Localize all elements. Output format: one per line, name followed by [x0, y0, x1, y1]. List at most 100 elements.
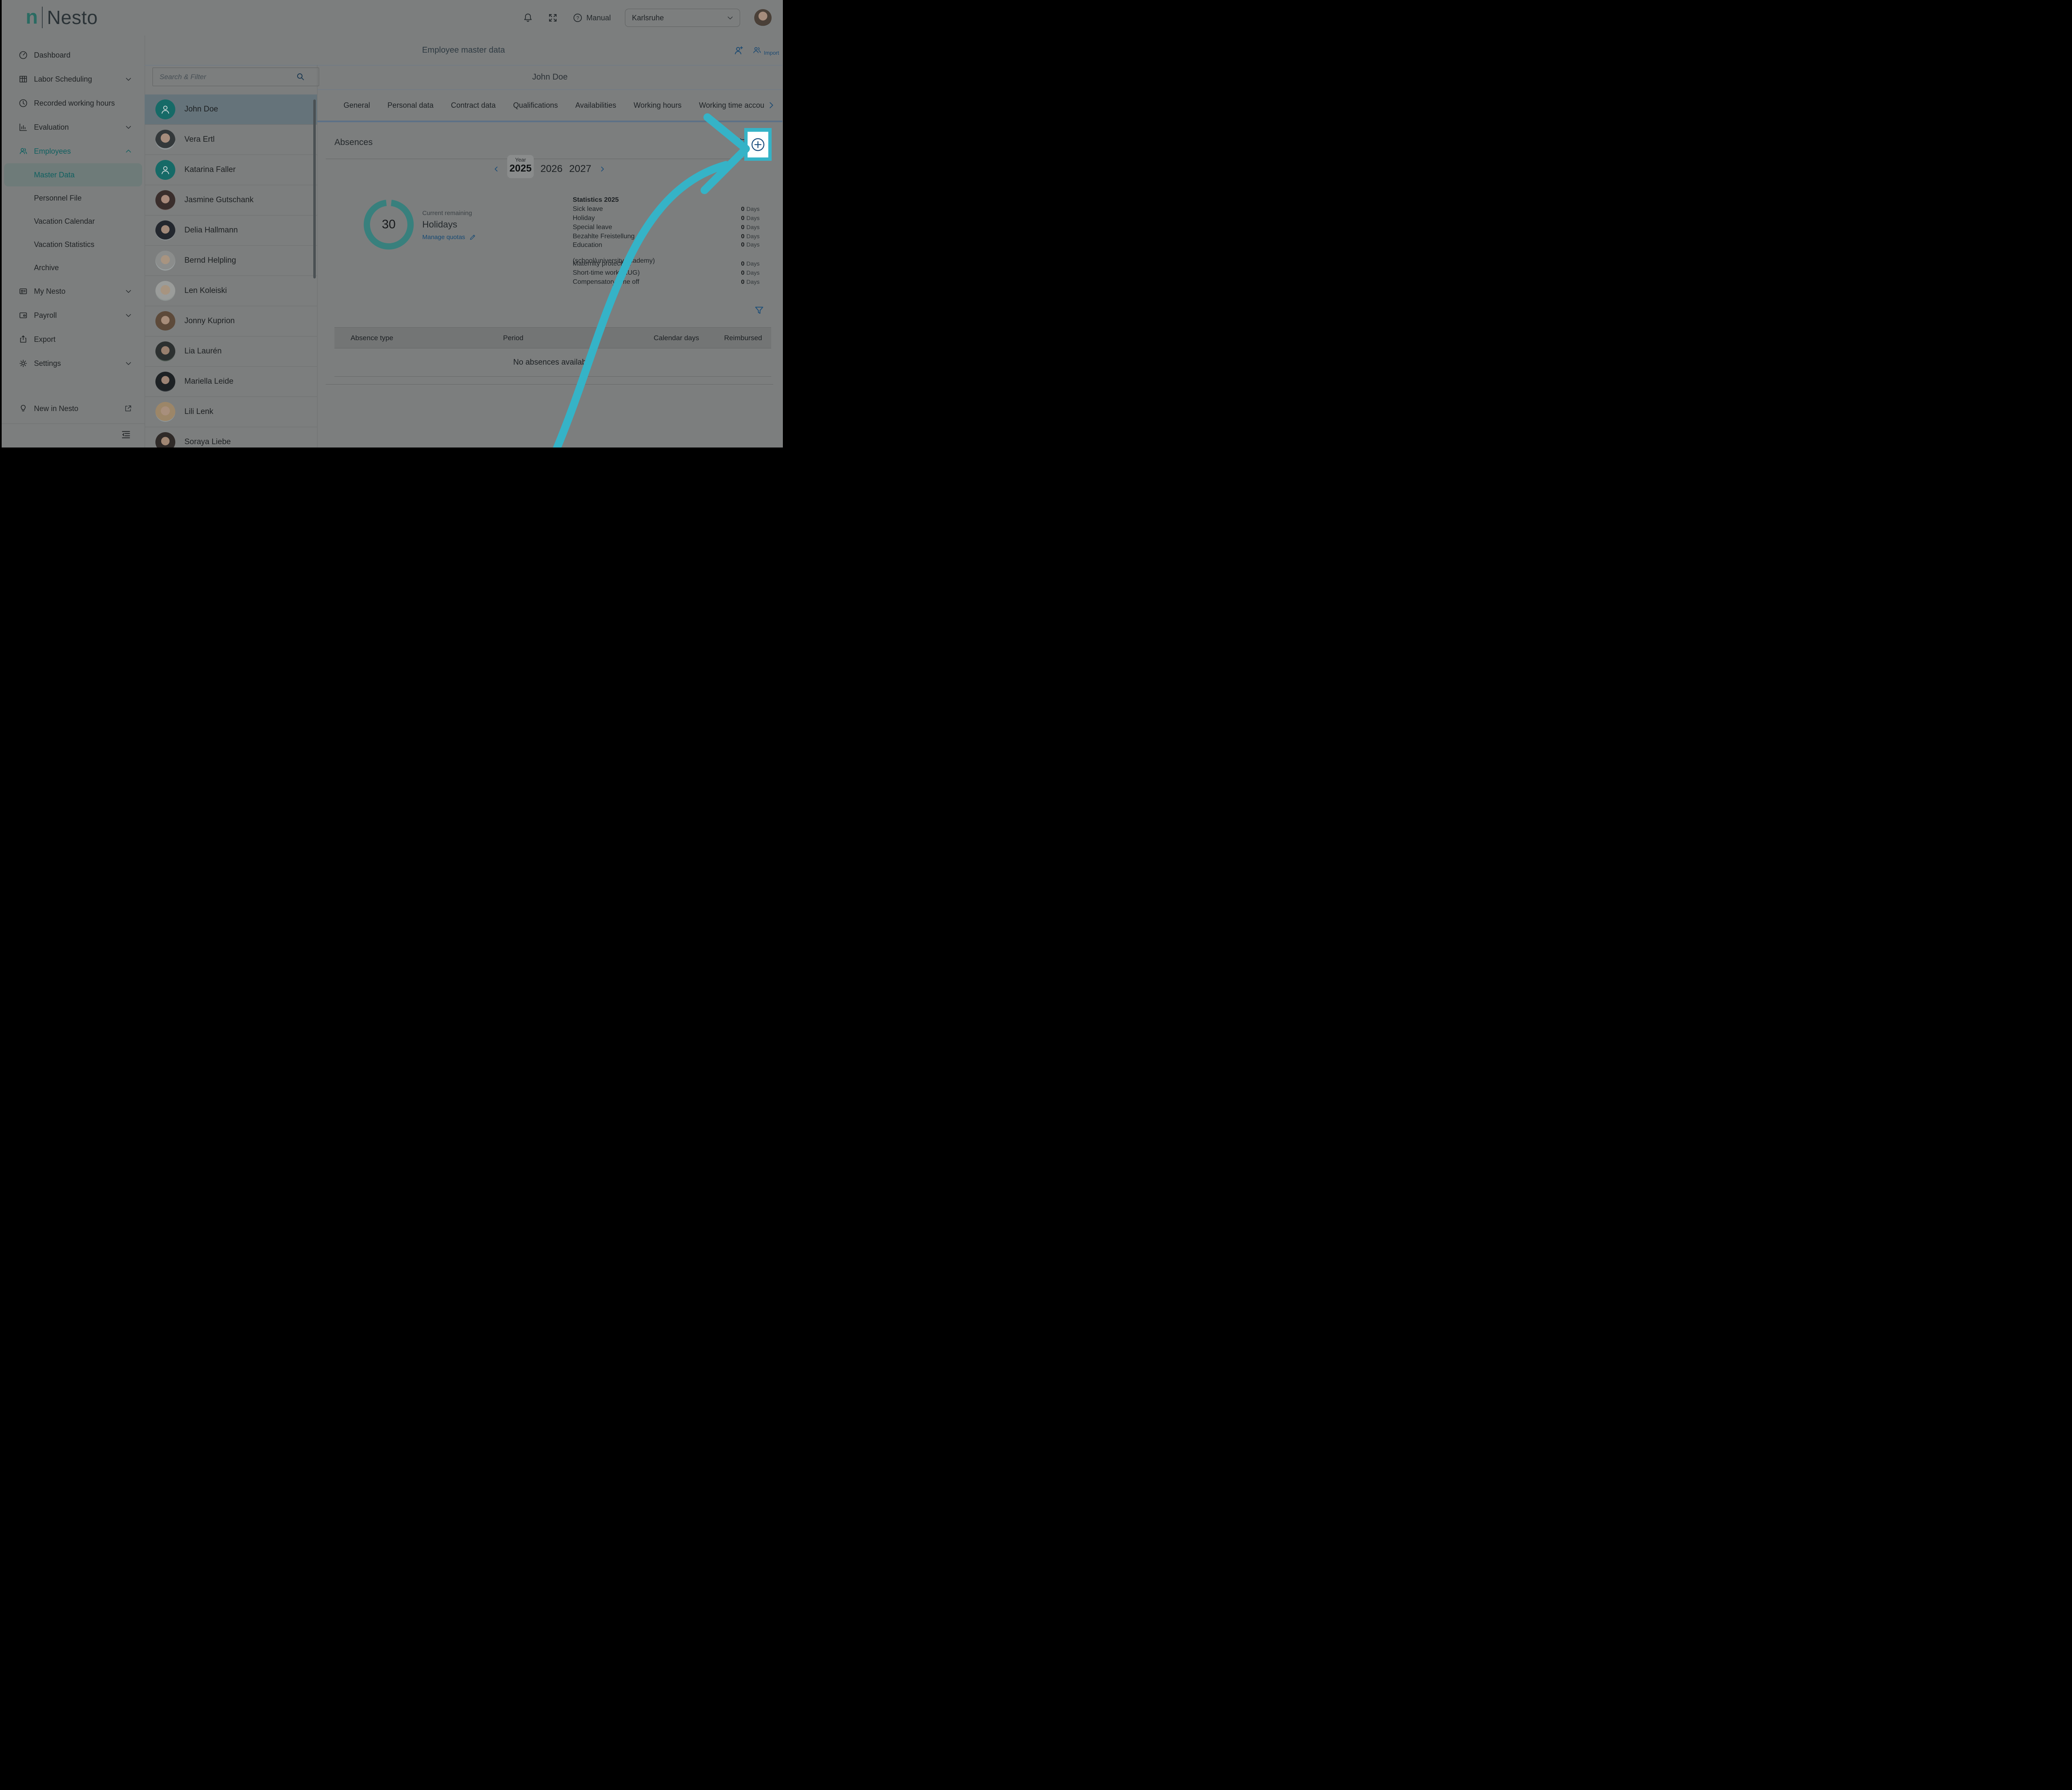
remaining-holidays-value: 30: [361, 197, 416, 252]
export-icon: [18, 334, 28, 344]
avatar: [155, 341, 175, 361]
sidebar-item-label: Master Data: [34, 171, 75, 179]
list-item[interactable]: Jonny Kuprion: [145, 306, 317, 336]
employee-name: Lia Laurén: [184, 347, 222, 356]
employee-name: Vera Ertl: [184, 135, 215, 144]
column-header[interactable]: Calendar days: [616, 334, 699, 342]
sidebar-item-personnel-file[interactable]: Personnel File: [2, 186, 145, 210]
sidebar-item-new-in-nesto[interactable]: New in Nesto: [2, 397, 145, 420]
sidebar-item-evaluation[interactable]: Evaluation: [2, 115, 145, 139]
list-item[interactable]: Soraya Liebe: [145, 427, 317, 448]
employee-detail-name: John Doe: [532, 73, 568, 82]
avatar: [155, 372, 175, 392]
employee-detail-panel: John Doe General Personal data Contract …: [317, 65, 782, 448]
sidebar-footer-divider: [2, 423, 145, 424]
avatar: [155, 99, 175, 119]
sidebar-item-label: Export: [34, 335, 56, 344]
sidebar-item-dashboard[interactable]: Dashboard: [2, 43, 145, 67]
tab-working-hours[interactable]: Working hours: [634, 101, 682, 110]
chevron-down-icon: [125, 312, 132, 319]
search-input[interactable]: [152, 68, 319, 86]
year-option[interactable]: 2026: [540, 163, 562, 175]
sidebar-item-settings[interactable]: Settings: [2, 351, 145, 375]
tab-personal-data[interactable]: Personal data: [387, 101, 433, 110]
manage-quotas-link[interactable]: Manage quotas: [422, 233, 477, 241]
tutorial-highlight-frame: [744, 128, 772, 161]
add-absence-button[interactable]: [748, 132, 768, 157]
avatar: [155, 402, 175, 422]
sidebar-item-vacation-calendar[interactable]: Vacation Calendar: [2, 210, 145, 233]
year-label: Year: [507, 157, 534, 163]
manual-help[interactable]: ? Manual: [572, 12, 611, 23]
sidebar-item-label: Archive: [34, 264, 59, 272]
stat-label: Holiday: [573, 214, 595, 223]
location-select[interactable]: Karlsruhe: [625, 9, 740, 27]
list-item[interactable]: Katarina Faller: [145, 155, 317, 185]
logo-name: Nesto: [47, 8, 98, 27]
sidebar-item-master-data[interactable]: Master Data: [4, 163, 142, 186]
avatar: [155, 432, 175, 448]
sidebar-item-recorded-working-hours[interactable]: Recorded working hours: [2, 91, 145, 115]
tab-contract-data[interactable]: Contract data: [451, 101, 496, 110]
list-item[interactable]: John Doe: [145, 94, 317, 125]
sidebar-item-label: Labor Scheduling: [34, 75, 92, 84]
sidebar-item-employees[interactable]: Employees: [2, 139, 145, 163]
location-value: Karlsruhe: [632, 14, 664, 22]
column-header[interactable]: Absence type: [334, 334, 479, 342]
tab-working-time-account[interactable]: Working time accou: [699, 101, 765, 110]
employee-name: Mariella Leide: [184, 377, 233, 386]
filter-icon[interactable]: [753, 305, 765, 317]
list-item[interactable]: Len Koleiski: [145, 276, 317, 306]
chevron-right-icon[interactable]: [767, 101, 776, 110]
statistics-row: Bezahlte Freistellung 0 Days: [573, 232, 760, 241]
sidebar-item-label: Settings: [34, 359, 61, 368]
sidebar-item-payroll[interactable]: Payroll: [2, 303, 145, 327]
avatar: [155, 160, 175, 180]
chevron-right-icon[interactable]: [598, 165, 606, 173]
year-option-selected[interactable]: Year 2025: [507, 155, 534, 178]
stat-value: 0: [741, 215, 744, 222]
list-item[interactable]: Lili Lenk: [145, 397, 317, 427]
people-icon: [18, 146, 28, 156]
list-item[interactable]: Delia Hallmann: [145, 215, 317, 246]
tab-qualifications[interactable]: Qualifications: [513, 101, 558, 110]
stat-unit: Days: [746, 233, 760, 239]
chevron-left-icon[interactable]: [492, 165, 501, 173]
sidebar-item-export[interactable]: Export: [2, 327, 145, 351]
sidebar-item-vacation-statistics[interactable]: Vacation Statistics: [2, 233, 145, 256]
employee-name: Soraya Liebe: [184, 438, 231, 447]
sidebar-item-my-nesto[interactable]: My Nesto: [2, 279, 145, 303]
employee-name: Bernd Helpling: [184, 256, 236, 265]
column-header[interactable]: Period: [479, 334, 616, 342]
bell-icon[interactable]: [523, 12, 533, 23]
collapse-sidebar-icon[interactable]: [121, 429, 131, 440]
sidebar-item-label: Evaluation: [34, 123, 69, 132]
fullscreen-icon[interactable]: [547, 12, 558, 23]
person-add-icon[interactable]: [733, 44, 745, 57]
tab-availabilities[interactable]: Availabilities: [575, 101, 616, 110]
stat-label: Compensatory time off: [573, 278, 639, 286]
employee-name: Lili Lenk: [184, 407, 213, 416]
top-bar: n Nesto ? Manual: [2, 0, 782, 36]
stat-value: 0: [741, 269, 744, 276]
sidebar-item-label: Recorded working hours: [34, 99, 115, 108]
year-option[interactable]: 2027: [569, 163, 591, 175]
column-header[interactable]: Reimbursed: [699, 334, 771, 342]
panel-bottom-divider: [326, 384, 773, 385]
content-area: Employee master data Import: [145, 36, 782, 448]
list-item[interactable]: Vera Ertl: [145, 125, 317, 155]
empty-state-message: No absences available: [334, 348, 771, 377]
sidebar-item-labor-scheduling[interactable]: Labor Scheduling: [2, 67, 145, 91]
user-avatar[interactable]: [754, 9, 772, 27]
chevron-down-icon: [726, 14, 734, 22]
bar-chart-icon: [18, 122, 28, 132]
list-item[interactable]: Lia Laurén: [145, 336, 317, 367]
sidebar-item-archive[interactable]: Archive: [2, 256, 145, 279]
import-button[interactable]: Import: [752, 45, 779, 56]
list-item[interactable]: Bernd Helpling: [145, 246, 317, 276]
list-scrollbar[interactable]: [313, 99, 316, 278]
tab-general[interactable]: General: [344, 101, 370, 110]
statistics-row: Short-time work (KUG) 0 Days: [573, 268, 760, 278]
list-item[interactable]: Mariella Leide: [145, 367, 317, 397]
list-item[interactable]: Jasmine Gutschank: [145, 185, 317, 215]
